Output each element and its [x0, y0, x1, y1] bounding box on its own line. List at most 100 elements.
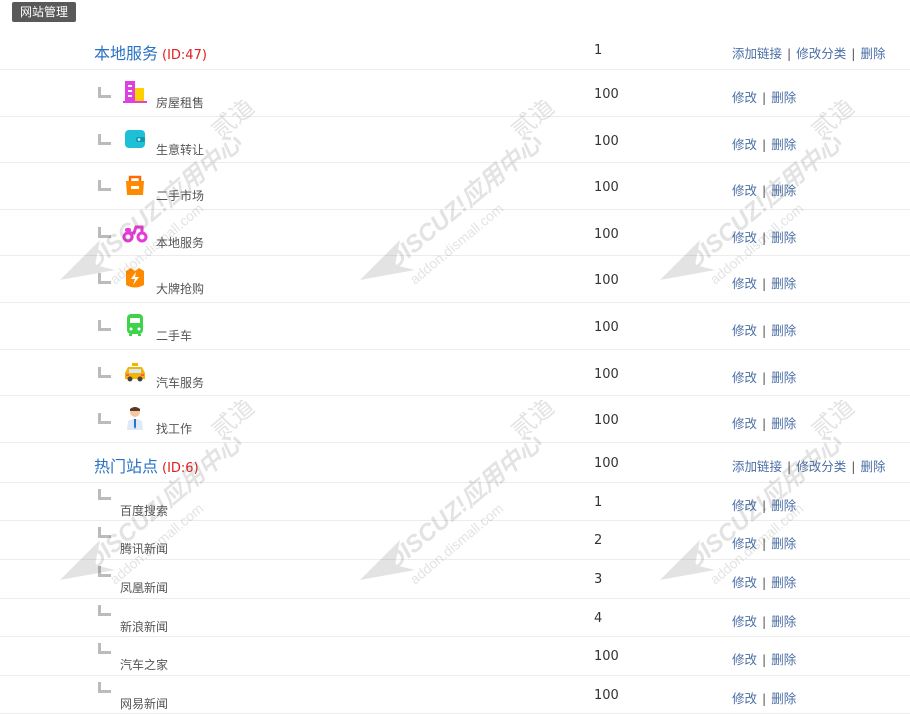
edit-button[interactable]: 修改 — [732, 536, 757, 551]
delete-button[interactable]: 删除 — [771, 230, 796, 245]
separator: | — [851, 46, 856, 61]
item-order: 100 — [594, 366, 619, 382]
separator: | — [762, 416, 767, 432]
list-item: 新浪新闻 4 修改 | 删除 — [0, 599, 910, 638]
item-actions: 修改 | 删除 — [732, 320, 796, 339]
item-actions: 修改 | 删除 — [732, 413, 796, 432]
taxi-icon — [125, 362, 145, 382]
category-id: (ID:47) — [162, 48, 207, 63]
edit-button[interactable]: 修改 — [732, 183, 757, 198]
delete-category-button[interactable]: 删除 — [860, 46, 885, 61]
item-actions: 修改 | 删除 — [732, 180, 796, 199]
tree-connector — [98, 565, 111, 577]
add-link-button[interactable]: 添加链接 — [732, 46, 782, 61]
item-order: 100 — [594, 413, 619, 429]
building-icon — [123, 81, 147, 103]
list-item: 房屋租售 100 修改 | 删除 — [0, 70, 910, 117]
delete-button[interactable]: 删除 — [771, 614, 796, 629]
item-order: 100 — [594, 273, 619, 289]
item-order: 100 — [594, 133, 619, 149]
tree-connector — [98, 87, 111, 98]
category-row: 热门站点 (ID:6) 100 添加链接 | 修改分类 | 删除 — [0, 443, 910, 483]
item-name: 腾讯新闻 — [120, 542, 169, 557]
item-actions: 修改 | 删除 — [732, 649, 796, 668]
delete-button[interactable]: 删除 — [771, 137, 796, 152]
category-id: (ID:6) — [162, 460, 199, 476]
item-order: 100 — [594, 687, 619, 703]
list-item: 网易新闻 100 修改 | 删除 — [0, 676, 910, 714]
delete-button[interactable]: 删除 — [771, 323, 796, 338]
flash-sale-icon — [126, 268, 144, 288]
tree-connector — [98, 180, 111, 192]
item-order: 100 — [594, 180, 619, 196]
category-title[interactable]: 本地服务 (ID:47) — [94, 40, 207, 64]
edit-button[interactable]: 修改 — [732, 652, 757, 667]
list-item: 生意转让 100 修改 | 删除 — [0, 117, 910, 164]
edit-button[interactable]: 修改 — [732, 90, 757, 105]
list-item: 腾讯新闻 2 修改 | 删除 — [0, 521, 910, 560]
edit-button[interactable]: 修改 — [732, 370, 757, 385]
delete-button[interactable]: 删除 — [771, 536, 796, 551]
item-name: 二手车 — [156, 328, 193, 343]
edit-button[interactable]: 修改 — [732, 323, 757, 338]
delete-button[interactable]: 删除 — [771, 498, 796, 513]
edit-button[interactable]: 修改 — [732, 691, 757, 706]
add-link-button[interactable]: 添加链接 — [732, 459, 782, 474]
separator: | — [787, 46, 792, 61]
separator: | — [762, 652, 767, 668]
item-order: 100 — [594, 649, 619, 665]
delete-button[interactable]: 删除 — [771, 183, 796, 198]
edit-button[interactable]: 修改 — [732, 230, 757, 245]
scooter-icon — [122, 225, 148, 243]
edit-category-button[interactable]: 修改分类 — [796, 46, 846, 61]
tree-connector — [98, 226, 111, 238]
list-item: 百度搜索 1 修改 | 删除 — [0, 483, 910, 522]
delete-button[interactable]: 删除 — [771, 575, 796, 590]
edit-button[interactable]: 修改 — [732, 276, 757, 291]
item-actions: 修改 | 删除 — [732, 533, 796, 552]
item-order: 100 — [594, 226, 619, 242]
delete-button[interactable]: 删除 — [771, 276, 796, 291]
delete-category-button[interactable]: 删除 — [860, 459, 885, 474]
tree-connector — [98, 604, 111, 616]
item-name: 网易新闻 — [120, 696, 169, 711]
delete-button[interactable]: 删除 — [771, 90, 796, 105]
bus-icon — [127, 313, 143, 336]
item-order: 4 — [594, 610, 603, 626]
delete-button[interactable]: 删除 — [771, 691, 796, 706]
category-name[interactable]: 本地服务 — [94, 44, 158, 63]
item-actions: 修改 | 删除 — [732, 273, 796, 292]
tree-connector — [98, 273, 111, 285]
list-item: 汽车服务 100 修改 | 删除 — [0, 350, 910, 397]
item-actions: 修改 | 删除 — [732, 227, 796, 246]
separator: | — [762, 276, 767, 292]
delete-button[interactable]: 删除 — [771, 416, 796, 431]
tree-connector — [98, 319, 111, 331]
delete-button[interactable]: 删除 — [771, 652, 796, 667]
item-actions: 修改 | 删除 — [732, 87, 796, 106]
list-item: 二手车 100 修改 | 删除 — [0, 303, 910, 350]
list-item: 大牌抢购 100 修改 | 删除 — [0, 256, 910, 303]
separator: | — [762, 229, 767, 245]
category-name[interactable]: 热门站点 — [94, 457, 158, 476]
category-actions: 添加链接 | 修改分类 | 删除 — [732, 456, 885, 475]
item-name: 汽车服务 — [156, 375, 205, 390]
separator: | — [762, 690, 767, 706]
edit-button[interactable]: 修改 — [732, 498, 757, 513]
item-order: 100 — [594, 87, 619, 102]
separator: | — [762, 136, 767, 152]
category-title[interactable]: 热门站点 (ID:6) — [94, 453, 199, 477]
tree-connector — [98, 643, 111, 655]
market-bag-icon — [126, 175, 144, 196]
delete-button[interactable]: 删除 — [771, 370, 796, 385]
edit-button[interactable]: 修改 — [732, 614, 757, 629]
edit-button[interactable]: 修改 — [732, 137, 757, 152]
edit-category-button[interactable]: 修改分类 — [796, 459, 846, 474]
edit-button[interactable]: 修改 — [732, 575, 757, 590]
tree-connector — [98, 488, 111, 500]
item-name: 汽车之家 — [120, 658, 169, 673]
separator: | — [762, 536, 767, 552]
item-actions: 修改 | 删除 — [732, 495, 796, 514]
edit-button[interactable]: 修改 — [732, 416, 757, 431]
category-order: 100 — [594, 455, 619, 471]
